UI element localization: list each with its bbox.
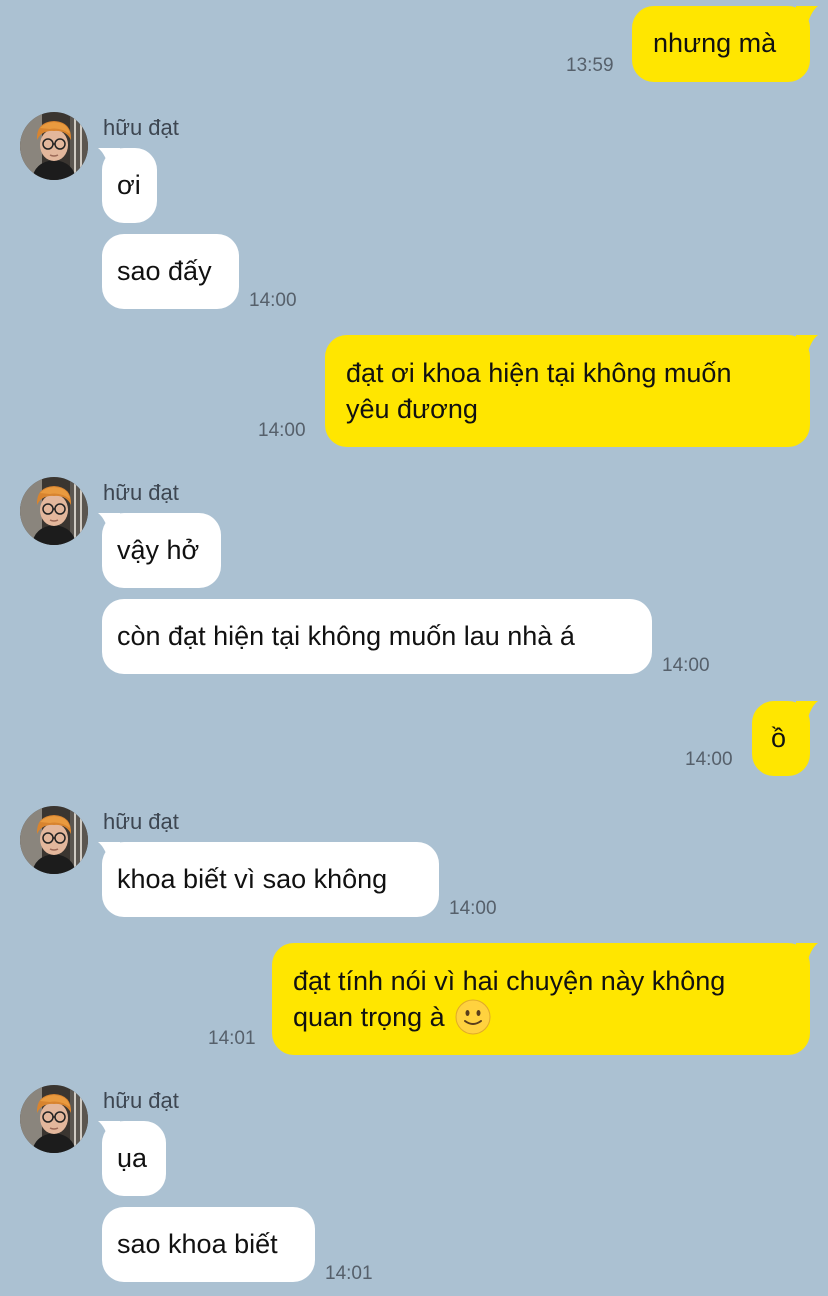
sender-name: hữu đạt (103, 480, 179, 505)
incoming-message-bubble[interactable]: sao khoa biết (102, 1207, 315, 1282)
incoming-message-bubble[interactable]: vậy hở (102, 513, 221, 588)
message-timestamp: 14:00 (662, 655, 710, 676)
incoming-message-bubble[interactable]: khoa biết vì sao không (102, 842, 439, 917)
bubble-tail (796, 6, 818, 30)
contact-avatar[interactable] (20, 477, 88, 545)
incoming-message-bubble[interactable]: ơi (102, 148, 157, 223)
incoming-message-bubble[interactable]: còn đạt hiện tại không muốn lau nhà á (102, 599, 652, 674)
bubble-tail (796, 943, 818, 967)
message-timestamp: 14:01 (325, 1263, 373, 1284)
message-timestamp: 14:00 (258, 420, 306, 441)
bubble-tail (796, 335, 818, 359)
message-timestamp: 14:00 (449, 898, 497, 919)
message-timestamp: 13:59 (566, 55, 614, 76)
message-text: vậy hở (117, 535, 200, 565)
contact-avatar[interactable] (20, 1085, 88, 1153)
message-text: sao khoa biết (117, 1229, 278, 1259)
message-timestamp: 14:01 (208, 1028, 256, 1049)
message-text: ụa (117, 1143, 148, 1173)
sender-name: hữu đạt (103, 1088, 179, 1113)
incoming-message-bubble[interactable]: ụa (102, 1121, 166, 1196)
message-text: sao đấy (117, 256, 212, 286)
message-text: quan trọng à (293, 1002, 445, 1032)
outgoing-message-bubble[interactable]: đạt tính nói vì hai chuyện này không qua… (272, 943, 810, 1055)
message-text-line: yêu đương (346, 394, 478, 424)
incoming-message-bubble[interactable]: sao đấy (102, 234, 239, 309)
message-text-line: đạt ơi khoa hiện tại không muốn (346, 358, 732, 388)
contact-avatar[interactable] (20, 112, 88, 180)
sender-name: hữu đạt (103, 115, 179, 140)
contact-avatar[interactable] (20, 806, 88, 874)
message-timestamp: 14:00 (685, 749, 733, 770)
sender-name: hữu đạt (103, 809, 179, 834)
outgoing-message-bubble[interactable]: đạt ơi khoa hiện tại không muốn yêu đươn… (325, 335, 810, 447)
message-text-line: đạt tính nói vì hai chuyện này không (293, 966, 726, 996)
message-text: ồ (771, 723, 787, 753)
message-text: còn đạt hiện tại không muốn lau nhà á (117, 621, 575, 651)
message-text-line: quan trọng à (293, 999, 790, 1035)
message-text: khoa biết vì sao không (117, 864, 388, 894)
message-timestamp: 14:00 (249, 290, 297, 311)
bubble-tail (796, 701, 818, 725)
slightly-smiling-face-icon (455, 999, 491, 1035)
outgoing-message-bubble[interactable]: nhưng mà (632, 6, 810, 82)
message-text: ơi (117, 170, 141, 200)
message-text: nhưng mà (653, 28, 777, 58)
